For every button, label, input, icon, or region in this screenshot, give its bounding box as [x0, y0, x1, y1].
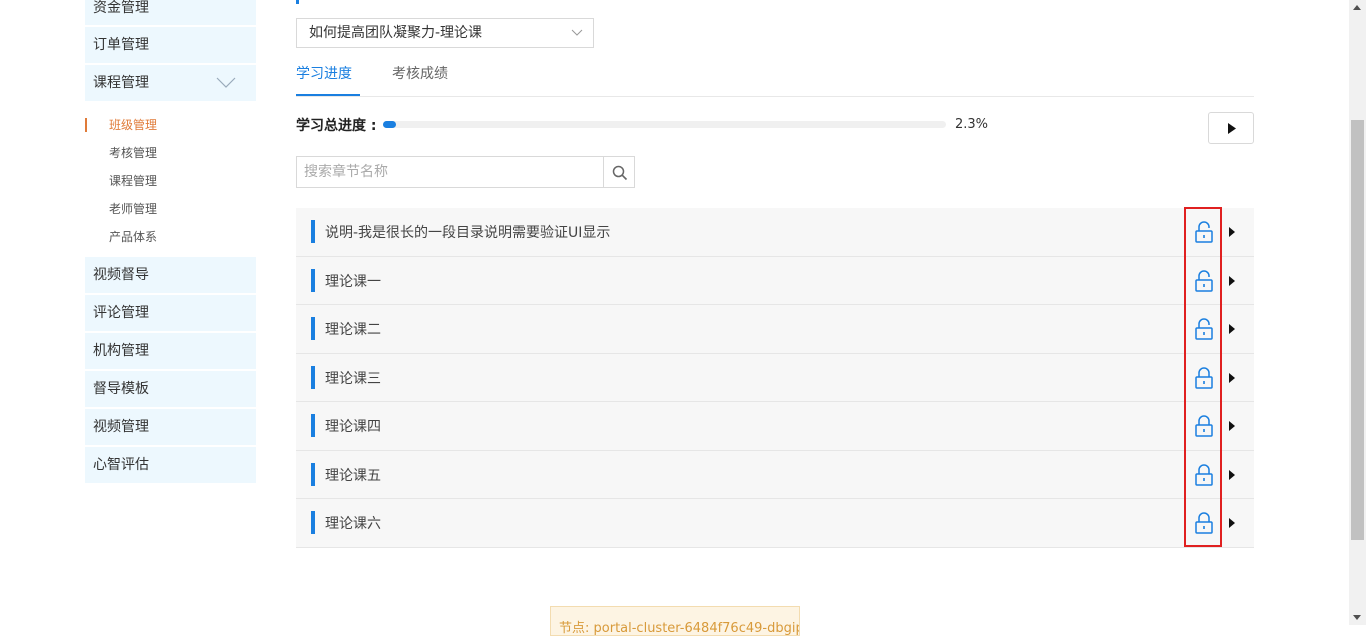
- sidebar: 资金管理 订单管理 课程管理 班级管理 考核管理 课程管理 老师管理 产品体系 …: [85, 0, 256, 485]
- chapter-row[interactable]: 说明-我是很长的一段目录说明需要验证UI显示: [296, 208, 1254, 257]
- sidebar-item-orders[interactable]: 订单管理: [85, 27, 256, 63]
- progress-bar: [383, 121, 946, 128]
- tab-study-progress[interactable]: 学习进度: [296, 62, 360, 96]
- scroll-up-arrow[interactable]: [1353, 5, 1361, 10]
- sidebar-subitem-teacher[interactable]: 老师管理: [85, 195, 256, 223]
- progress-fill: [383, 121, 396, 128]
- chapter-title: 理论课五: [325, 467, 381, 484]
- chapter-search: [296, 156, 635, 188]
- expand-caret-icon[interactable]: [1229, 372, 1235, 383]
- expand-caret-icon[interactable]: [1229, 518, 1235, 528]
- chapter-title: 理论课二: [325, 322, 381, 338]
- chapter-title: 说明-我是很长的一段目录说明需要验证UI显示: [325, 225, 611, 241]
- sidebar-item-comments[interactable]: 评论管理: [85, 295, 256, 331]
- lock-icon[interactable]: [1194, 512, 1214, 534]
- sidebar-item-videos[interactable]: 视频管理: [85, 409, 256, 445]
- section-marker: [296, 0, 299, 4]
- chapter-list: 说明-我是很长的一段目录说明需要验证UI显示 理论课一理论课二理论课三理论课四理论…: [296, 207, 1254, 548]
- chevron-down-icon[interactable]: [216, 77, 236, 89]
- course-select-value: 如何提高团队凝聚力-理论课: [309, 25, 483, 41]
- tabs: 学习进度 考核成绩: [296, 62, 1254, 97]
- sidebar-item-funds[interactable]: 资金管理: [85, 0, 256, 25]
- sidebar-item-courses[interactable]: 课程管理: [85, 65, 256, 101]
- sidebar-submenu: 班级管理 考核管理 课程管理 老师管理 产品体系: [85, 103, 256, 257]
- course-select[interactable]: 如何提高团队凝聚力-理论课: [296, 18, 594, 48]
- scrollbar[interactable]: [1349, 0, 1366, 625]
- search-input[interactable]: [296, 156, 604, 188]
- expand-caret-icon[interactable]: [1229, 324, 1235, 334]
- chapter-marker: [311, 511, 315, 534]
- chapter-marker: [311, 365, 315, 389]
- chapter-row[interactable]: 理论课五: [296, 450, 1254, 499]
- expand-caret-icon[interactable]: [1229, 275, 1235, 286]
- chapter-row[interactable]: 理论课一: [296, 256, 1254, 305]
- lock-icon[interactable]: [1194, 463, 1214, 486]
- play-icon: [1228, 123, 1236, 134]
- sidebar-item-templates[interactable]: 督导模板: [85, 371, 256, 407]
- chapter-title: 理论课六: [325, 516, 381, 532]
- chapter-title: 理论课一: [325, 273, 381, 290]
- expand-caret-icon[interactable]: [1229, 469, 1235, 480]
- tab-assessment-scores[interactable]: 考核成绩: [392, 62, 448, 96]
- play-button[interactable]: [1208, 112, 1254, 144]
- sidebar-subitem-assessment[interactable]: 考核管理: [85, 139, 256, 167]
- expand-caret-icon[interactable]: [1229, 227, 1235, 237]
- sidebar-item-label: 课程管理: [93, 75, 149, 91]
- chapter-row[interactable]: 理论课二: [296, 305, 1254, 354]
- sidebar-subitem-course[interactable]: 课程管理: [85, 167, 256, 195]
- search-button[interactable]: [603, 156, 635, 188]
- chevron-down-icon: [571, 29, 583, 36]
- chapter-marker: [311, 317, 315, 340]
- unlock-icon[interactable]: [1194, 318, 1214, 340]
- progress-label: 学习总进度 :: [296, 118, 377, 134]
- chapter-row[interactable]: 理论课六: [296, 499, 1254, 548]
- sidebar-item-label: 订单管理: [93, 37, 149, 53]
- sidebar-item-institutions[interactable]: 机构管理: [85, 333, 256, 369]
- lock-icon[interactable]: [1194, 415, 1214, 437]
- chapter-marker: [311, 268, 315, 292]
- chapter-marker: [311, 220, 315, 243]
- search-icon: [612, 165, 628, 181]
- chapter-row[interactable]: 理论课三: [296, 353, 1254, 402]
- chapter-marker: [311, 462, 315, 486]
- scroll-down-arrow[interactable]: [1353, 615, 1361, 620]
- chapter-row[interactable]: 理论课四: [296, 402, 1254, 451]
- expand-caret-icon[interactable]: [1229, 421, 1235, 431]
- sidebar-item-video-supervision[interactable]: 视频督导: [85, 257, 256, 293]
- sidebar-subitem-product[interactable]: 产品体系: [85, 223, 256, 251]
- node-info-tip: 节点: portal-cluster-6484f76c49-dbgip: [550, 606, 800, 636]
- sidebar-item-label: 资金管理: [93, 0, 149, 16]
- sidebar-subitem-class[interactable]: 班级管理: [85, 111, 256, 139]
- lock-icon[interactable]: [1194, 366, 1214, 389]
- chapter-title: 理论课四: [325, 419, 381, 435]
- chapter-title: 理论课三: [325, 370, 381, 387]
- chapter-marker: [311, 414, 315, 437]
- unlock-icon[interactable]: [1194, 221, 1214, 243]
- scroll-thumb[interactable]: [1351, 120, 1364, 540]
- sidebar-item-mind-assessment[interactable]: 心智评估: [85, 447, 256, 483]
- progress-row: 学习总进度 : 2.3%: [296, 112, 1254, 144]
- unlock-icon[interactable]: [1194, 269, 1214, 292]
- progress-percent: 2.3%: [955, 117, 989, 132]
